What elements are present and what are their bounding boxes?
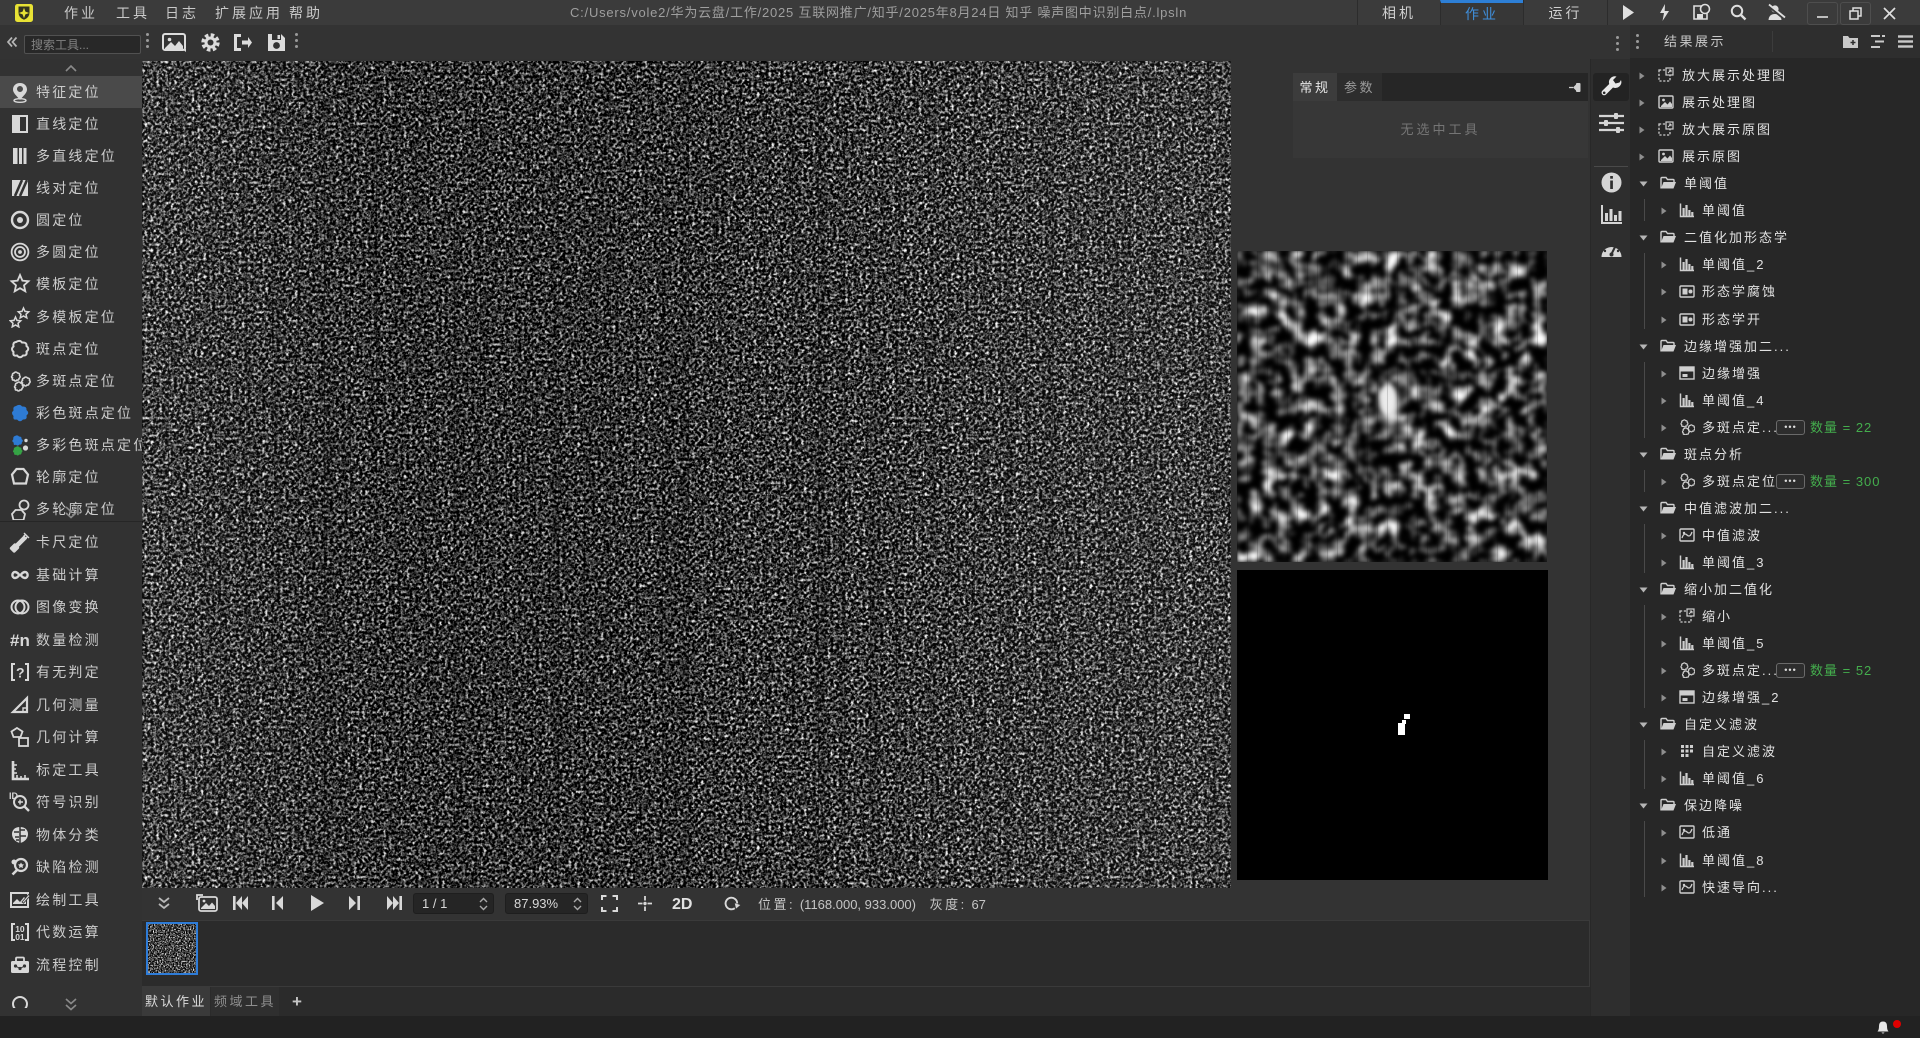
svg-text:01: 01 — [15, 932, 25, 942]
svg-text:#n: #n — [10, 631, 30, 650]
svg-text:?: ? — [16, 665, 25, 681]
